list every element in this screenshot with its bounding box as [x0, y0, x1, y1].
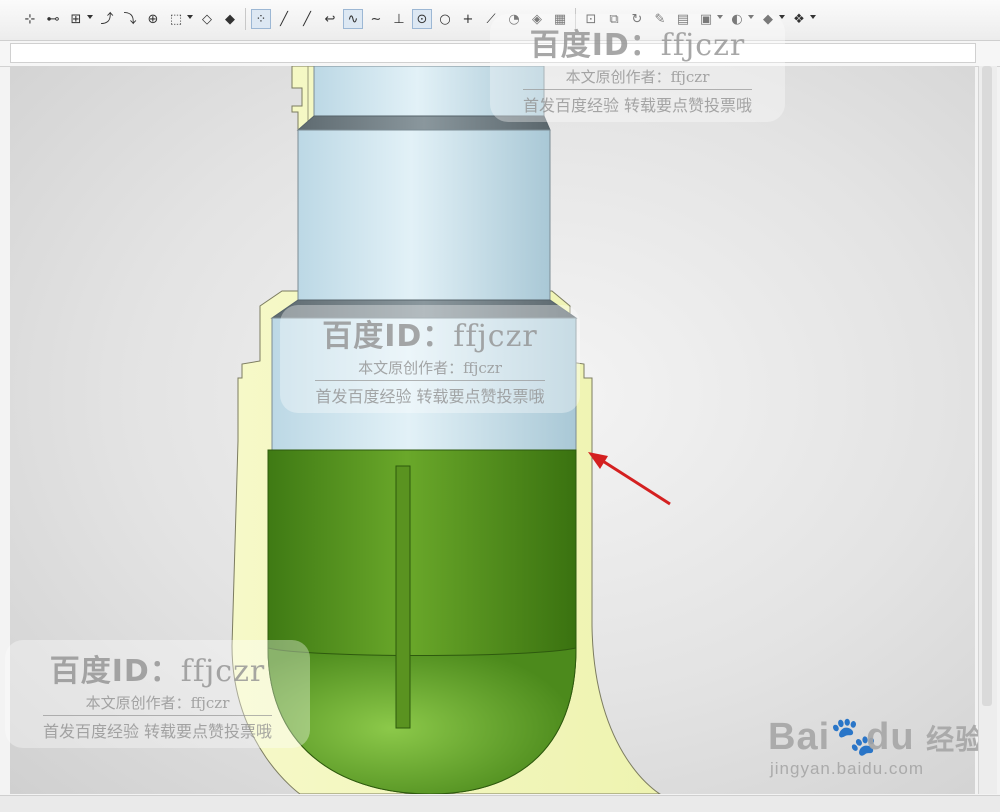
tangent-icon[interactable]: ⊥ [389, 9, 409, 29]
crosshair-icon[interactable]: + [458, 9, 478, 29]
baidu-url: jingyan.baidu.com [770, 759, 925, 778]
scrollbar-thumb[interactable] [982, 66, 992, 706]
wave-icon[interactable]: ∼ [366, 9, 386, 29]
line-segment-icon[interactable]: ╱ [297, 9, 317, 29]
circle-icon[interactable]: ○ [435, 9, 455, 29]
baidu-brand-du: du [866, 716, 915, 758]
select-component-dropdown-icon[interactable] [87, 15, 93, 19]
baidu-jingyan-logo: Bai🐾du 经验 jingyan.baidu.com [768, 715, 984, 779]
snap-grid-icon[interactable]: ⁘ [251, 9, 271, 29]
filter-icon[interactable]: ⤵ [120, 9, 140, 29]
shaft-middle [297, 129, 551, 301]
baidu-brand: Bai [768, 716, 831, 758]
select-component-icon[interactable]: ⊞ [66, 9, 86, 29]
vertical-scrollbar[interactable] [978, 66, 997, 794]
curve-icon[interactable]: ↩ [320, 9, 340, 29]
watermark-top: 百度ID：ffjczr 本文原创作者：ffjczr 首发百度经验 转载要点赞投票… [490, 14, 785, 122]
snap-point-icon[interactable]: ⊹ [20, 9, 40, 29]
select-face-icon[interactable]: ⊷ [43, 9, 63, 29]
rotate-icon[interactable]: ⤴ [97, 9, 117, 29]
solid-cube-icon[interactable]: ◆ [220, 9, 240, 29]
watermark-bottom: 百度ID：ffjczr 本文原创作者：ffjczr 首发百度经验 转载要点赞投票… [5, 640, 310, 748]
render-style-icon[interactable]: ❖ [789, 9, 809, 29]
render-style-dropdown-icon[interactable] [810, 15, 816, 19]
baidu-paw-icon: 🐾 [830, 716, 879, 758]
status-bar [0, 795, 1000, 812]
circle-center-icon[interactable]: ⊙ [412, 9, 432, 29]
view-cube-dropdown-icon[interactable] [779, 15, 785, 19]
toolbar-separator [245, 8, 246, 30]
baidu-suffix: 经验 [926, 723, 985, 756]
annotation-arrow [588, 452, 671, 506]
select-body-icon[interactable]: ⊕ [143, 9, 163, 29]
line-icon[interactable]: ╱ [274, 9, 294, 29]
spline-icon[interactable]: ∿ [343, 9, 363, 29]
wireframe-cube-icon[interactable]: ◇ [197, 9, 217, 29]
box-select-icon[interactable]: ⬚ [166, 9, 186, 29]
box-select-dropdown-icon[interactable] [187, 15, 193, 19]
watermark-middle: 百度ID：ffjczr 本文原创作者：ffjczr 首发百度经验 转载要点赞投票… [280, 305, 580, 413]
